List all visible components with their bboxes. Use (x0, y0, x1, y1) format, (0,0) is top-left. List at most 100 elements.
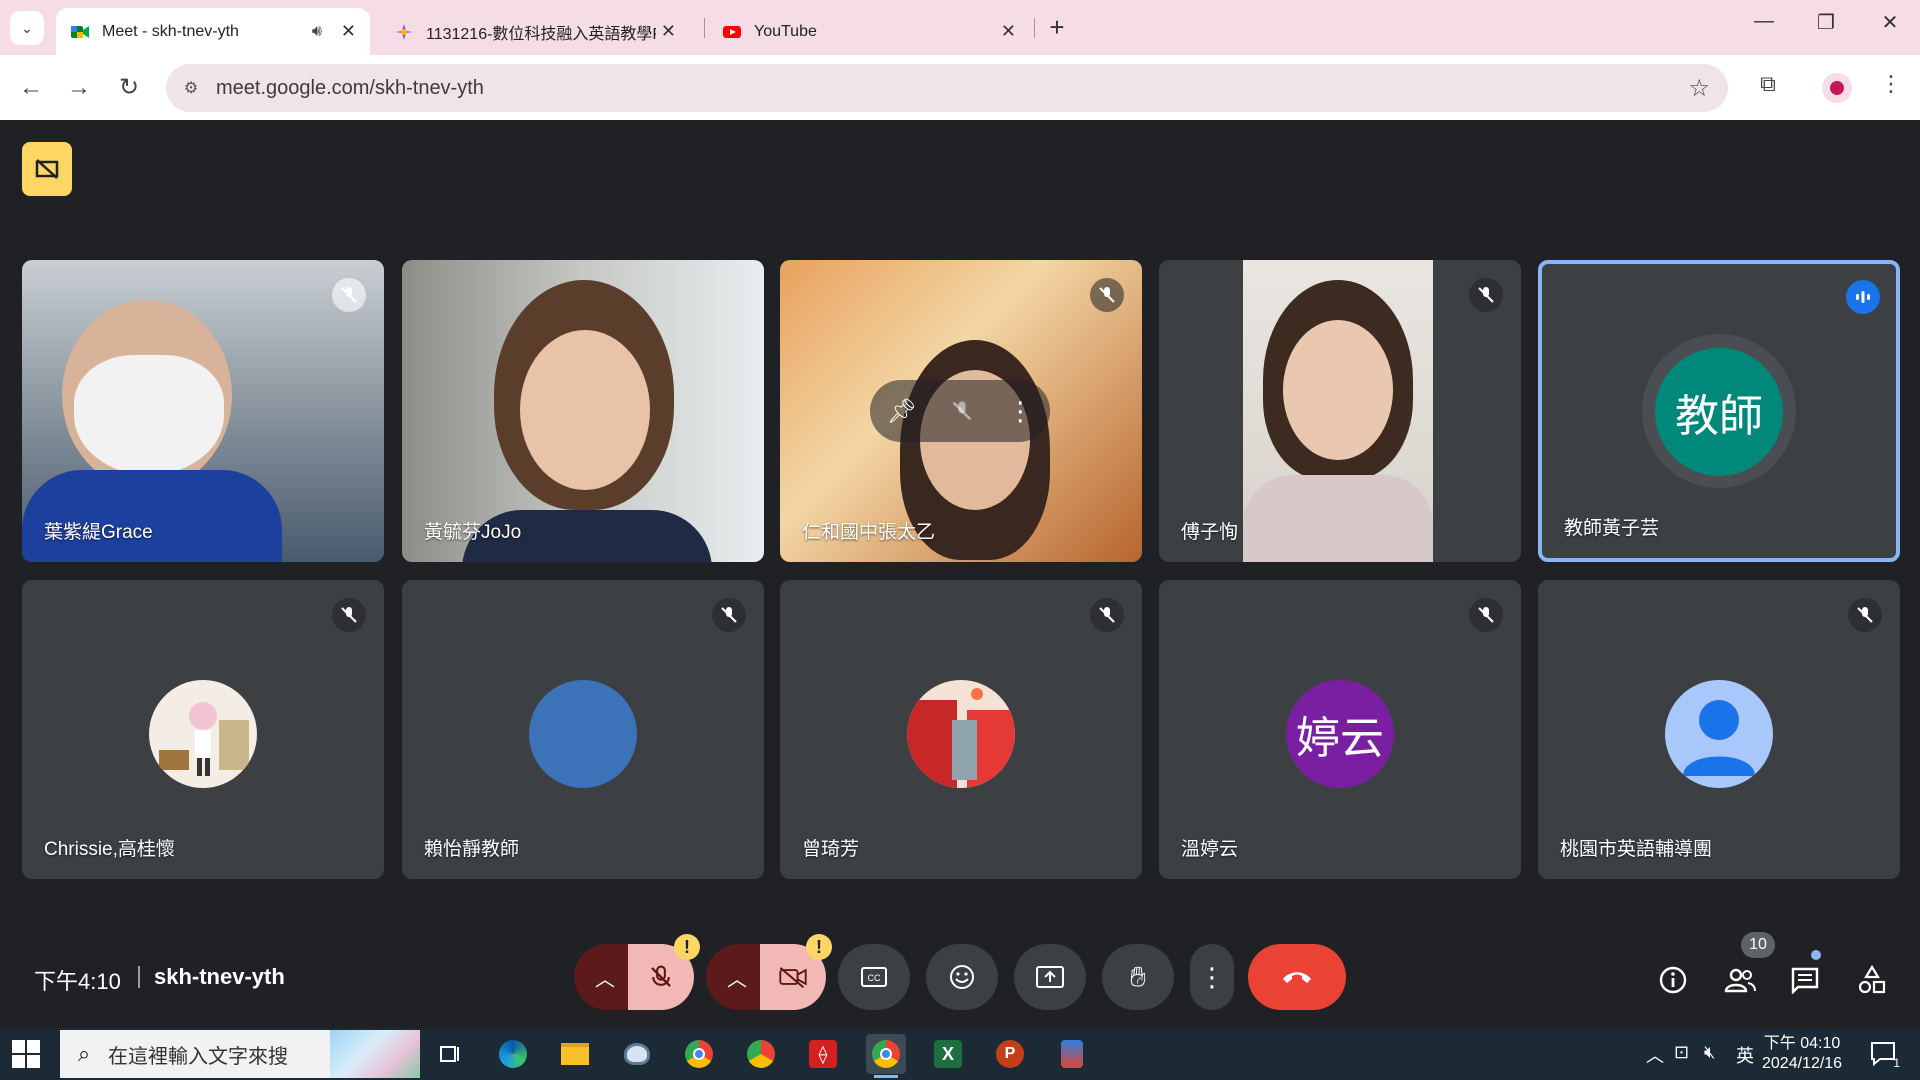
participant-tile-speaking[interactable]: 教師 教師黃子芸 (1538, 260, 1900, 562)
powerpoint-icon[interactable]: P (990, 1034, 1030, 1074)
ime-indicator[interactable]: 英 (1736, 1042, 1754, 1068)
reactions-button[interactable] (926, 944, 998, 1010)
chrome-icon[interactable] (679, 1034, 719, 1074)
participant-tile[interactable]: 葉紫緹Grace (22, 260, 384, 562)
star-icon[interactable]: ☆ (1688, 74, 1710, 103)
tab-separator (704, 18, 705, 38)
more-options-button[interactable]: ⋮ (1190, 944, 1234, 1010)
edge-icon[interactable] (493, 1034, 533, 1074)
participant-tile[interactable]: 曾琦芳 (780, 580, 1142, 879)
participant-tile[interactable]: 桃園市英語輔導團 (1538, 580, 1900, 879)
notification-center[interactable]: 1 (1868, 1038, 1900, 1070)
present-to-all-icon (1036, 966, 1064, 988)
meeting-details-button[interactable] (1651, 958, 1695, 1002)
participant-tile[interactable]: 婷云 溫婷云 (1159, 580, 1521, 879)
address-bar[interactable]: ⚙︎ meet.google.com/skh-tnev-yth ☆ (166, 64, 1728, 112)
volume-mute-icon[interactable]: 🔇︎ (1704, 1042, 1715, 1063)
close-icon[interactable]: ✕ (341, 21, 356, 42)
close-icon[interactable]: ✕ (661, 21, 676, 42)
participant-tile[interactable]: 黃毓芬JoJo (402, 260, 764, 562)
participant-name: 仁和國中張太乙 (802, 522, 936, 543)
warning-icon: ! (806, 934, 832, 960)
more-vert-icon[interactable]: ⋮ (1874, 71, 1908, 97)
acrobat-icon[interactable]: ⟠ (803, 1034, 843, 1074)
address-url[interactable]: meet.google.com/skh-tnev-yth (216, 77, 484, 100)
task-view-icon[interactable] (430, 1034, 470, 1074)
avatar (149, 679, 257, 788)
tile-hover-controls: 📌︎ ⋮ (870, 380, 1050, 442)
tab-separator (1034, 18, 1035, 38)
extensions-icon[interactable]: ⧉ (1751, 71, 1785, 97)
cartoon-girl-avatar (159, 701, 249, 776)
video-options-button[interactable]: ︿ (706, 944, 768, 1010)
tab-meet[interactable]: Meet - skh-tnev-yth 🔊︎ ✕ (56, 8, 370, 55)
google-meet-icon (71, 25, 89, 38)
emoji-icon (950, 965, 974, 989)
participant-tile[interactable]: Chrissie,高桂懷 (22, 580, 384, 879)
windows-taskbar: ⌕ 在這裡輸入文字來搜 ⟠ X P ︿ ⊡ 🔇︎ 英 下午 04:10 2024… (0, 1028, 1920, 1080)
file-explorer-icon[interactable] (555, 1034, 595, 1074)
show-hidden-icons[interactable]: ︿ (1646, 1042, 1664, 1068)
windows-start-button[interactable] (12, 1040, 40, 1068)
participant-name: 曾琦芳 (802, 839, 860, 860)
audio-options-button[interactable]: ︿ (574, 944, 636, 1010)
mic-toggle-button[interactable]: ! (628, 934, 700, 1010)
pinned-app-icon[interactable] (1052, 1034, 1092, 1074)
profile-avatar[interactable] (1822, 73, 1852, 103)
browser-tab-bar: ⌄ Meet - skh-tnev-yth 🔊︎ ✕ 1131216-數位科技融… (0, 0, 1920, 55)
tab-youtube[interactable]: YouTube ✕ (708, 8, 1030, 55)
no-video-icon (35, 159, 59, 179)
more-vert-icon: ⋮ (1199, 961, 1225, 992)
pin-icon[interactable]: 📌︎ (887, 397, 917, 426)
people-button[interactable] (1718, 958, 1762, 1002)
chat-button[interactable] (1783, 958, 1827, 1002)
mic-off-icon[interactable] (950, 399, 974, 423)
leave-call-button[interactable] (1248, 944, 1346, 1010)
raise-hand-button[interactable]: ✋︎ (1102, 944, 1174, 1010)
captions-button[interactable]: CC (838, 944, 910, 1010)
hidden-tiles-badge[interactable] (22, 142, 72, 196)
notification-count: 1 (1893, 1056, 1900, 1070)
network-icon[interactable]: ⊡ (1674, 1042, 1689, 1063)
mic-off-icon (1090, 278, 1124, 312)
restore-button[interactable]: ❐ (1806, 10, 1846, 35)
camera-toggle-button[interactable]: ! (760, 934, 832, 1010)
participant-name: 教師黃子芸 (1564, 518, 1660, 539)
red-illustration-avatar (907, 687, 1015, 788)
activities-icon (1858, 965, 1886, 994)
participant-name: 溫婷云 (1181, 839, 1239, 860)
reload-button[interactable]: ↻ (112, 71, 146, 105)
participant-tile[interactable]: 📌︎ ⋮ 仁和國中張太乙 (780, 260, 1142, 562)
back-button[interactable]: ← (14, 71, 48, 105)
activities-button[interactable] (1850, 958, 1894, 1002)
present-screen-button[interactable] (1014, 944, 1086, 1010)
taskbar-clock[interactable]: 下午 04:10 2024/12/16 (1762, 1034, 1842, 1074)
tab-title: 1131216-數位科技融入英語教學P (426, 25, 656, 43)
search-highlight-image (330, 1030, 420, 1078)
participant-name: Chrissie,高桂懷 (44, 839, 175, 860)
participant-tile[interactable]: 傅子恂 (1159, 260, 1521, 562)
excel-icon[interactable]: X (928, 1034, 968, 1074)
forward-button[interactable]: → (62, 71, 96, 105)
tab-search-button[interactable]: ⌄ (10, 11, 44, 45)
new-tab-button[interactable]: + (1040, 12, 1074, 43)
speaker-icon[interactable]: 🔊︎ (312, 23, 322, 41)
divider (138, 966, 140, 988)
unread-dot (1811, 950, 1821, 960)
sparkle-icon (395, 23, 413, 40)
close-window-button[interactable]: ✕ (1870, 10, 1910, 35)
avatar: 教師 (1655, 348, 1783, 476)
avatar (1665, 679, 1773, 788)
mic-off-icon (651, 965, 671, 987)
snipping-tool-icon[interactable] (617, 1034, 657, 1074)
participant-tile[interactable]: 賴怡靜教師 (402, 580, 764, 879)
more-vert-icon[interactable]: ⋮ (1007, 396, 1033, 427)
chrome-profile-icon[interactable] (741, 1034, 781, 1074)
mic-off-icon (1090, 598, 1124, 632)
site-settings-icon[interactable]: ⚙︎ (180, 77, 202, 99)
chrome-active-icon[interactable] (866, 1034, 906, 1078)
close-icon[interactable]: ✕ (1001, 21, 1016, 42)
taskbar-search[interactable]: ⌕ 在這裡輸入文字來搜 (60, 1030, 420, 1078)
minimize-button[interactable]: — (1744, 10, 1784, 33)
tab-presentation[interactable]: 1131216-數位科技融入英語教學P ✕ (380, 8, 690, 55)
